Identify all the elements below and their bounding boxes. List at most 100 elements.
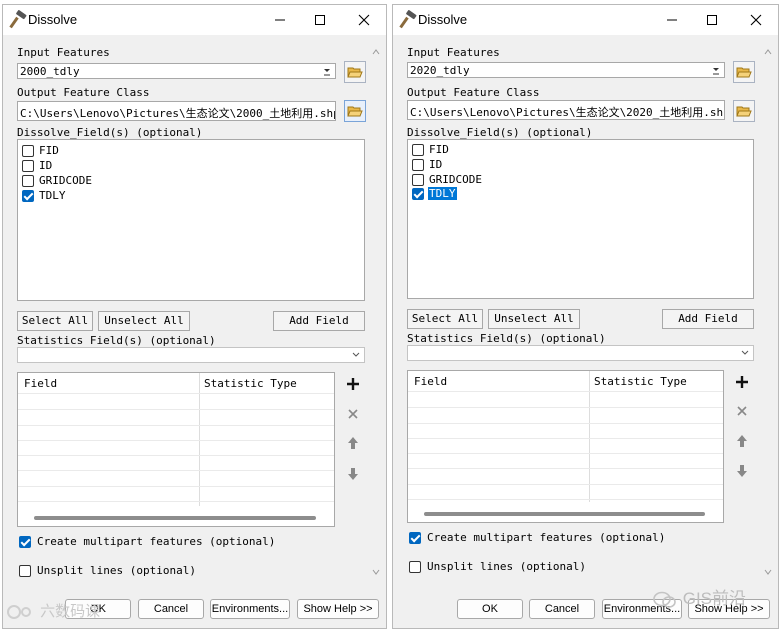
input-features-combo[interactable]: 2020_tdly <box>407 62 725 78</box>
arrow-down-icon[interactable] <box>344 465 362 483</box>
browse-input-button[interactable] <box>344 61 366 83</box>
arrow-down-icon[interactable] <box>733 462 751 480</box>
grid-row-line <box>408 499 723 500</box>
watermark-left: 六数码课 <box>6 600 100 621</box>
unselect-all-button[interactable]: Unselect All <box>98 311 190 331</box>
output-class-value: C:\Users\Lenovo\Pictures\生态论文\2000_土地利用.… <box>20 107 336 120</box>
dissolve-fields-label: Dissolve_Field(s) (optional) <box>407 126 593 139</box>
select-all-button[interactable]: Select All <box>17 311 93 331</box>
statistics-fields-combo[interactable] <box>17 347 365 363</box>
ok-button[interactable]: OK <box>457 599 523 619</box>
plus-icon[interactable] <box>344 375 362 393</box>
chevron-down-icon[interactable] <box>739 346 751 360</box>
statistics-grid[interactable]: Field Statistic Type <box>407 370 724 523</box>
statistics-grid[interactable]: Field Statistic Type <box>17 372 335 527</box>
dissolve-dialog-right: Dissolve Input Features 2020_tdly Output… <box>392 4 779 629</box>
minimize-icon[interactable] <box>270 11 290 29</box>
add-field-button[interactable]: Add Field <box>273 311 365 331</box>
grid-row-line <box>18 409 334 410</box>
field-label: TDLY <box>39 189 66 202</box>
open-folder-icon <box>736 67 752 78</box>
multipart-checkbox[interactable] <box>19 536 31 548</box>
input-features-value: 2000_tdly <box>20 65 80 78</box>
watermark-left-text: 六数码课 <box>40 603 101 620</box>
show-help-button[interactable]: Show Help >> <box>297 599 379 619</box>
output-class-input[interactable]: C:\Users\Lenovo\Pictures\生态论文\2000_土地利用.… <box>17 101 336 121</box>
scroll-down-icon[interactable] <box>764 567 772 577</box>
window-title: Dissolve <box>418 12 468 27</box>
field-checkbox[interactable] <box>22 160 34 172</box>
grid-row-line <box>408 407 723 408</box>
title-bar[interactable]: Dissolve <box>393 5 778 35</box>
delete-x-icon[interactable] <box>344 405 362 423</box>
plus-icon[interactable] <box>733 373 751 391</box>
horizontal-scrollbar[interactable] <box>34 516 316 520</box>
maximize-icon[interactable] <box>310 11 330 29</box>
browse-output-button[interactable] <box>733 100 755 122</box>
output-class-value: C:\Users\Lenovo\Pictures\生态论文\2020_土地利用.… <box>410 106 725 119</box>
statistics-fields-combo[interactable] <box>407 345 754 361</box>
dissolve-dialog-left: Dissolve Input Features 2000_tdly Output… <box>2 4 387 629</box>
field-checkbox[interactable] <box>412 174 424 186</box>
grid-header-field: Field <box>24 377 58 390</box>
grid-row-line <box>18 486 334 487</box>
grid-row-line <box>18 425 334 426</box>
browse-output-button[interactable] <box>344 100 366 122</box>
cancel-button[interactable]: Cancel <box>138 599 204 619</box>
close-icon[interactable] <box>746 11 766 29</box>
hammer-icon <box>399 10 417 29</box>
field-checkbox[interactable] <box>22 190 34 202</box>
arrow-up-icon[interactable] <box>733 432 751 450</box>
scroll-up-icon[interactable] <box>764 47 772 57</box>
field-checkbox[interactable] <box>412 159 424 171</box>
dissolve-fields-list[interactable]: FID ID GRIDCODE TDLY <box>407 139 754 299</box>
unsplit-label: Unsplit lines (optional) <box>427 560 586 573</box>
horizontal-scrollbar[interactable] <box>424 512 705 516</box>
wechat-icon <box>653 591 676 608</box>
output-class-input[interactable]: C:\Users\Lenovo\Pictures\生态论文\2020_土地利用.… <box>407 100 725 120</box>
chevron-down-icon[interactable] <box>321 64 333 78</box>
browse-input-button[interactable] <box>733 61 755 83</box>
grid-row-line <box>408 484 723 485</box>
delete-x-icon[interactable] <box>733 402 751 420</box>
environments-button[interactable]: Environments... <box>210 599 290 619</box>
field-checkbox[interactable] <box>412 144 424 156</box>
multipart-checkbox[interactable] <box>409 532 421 544</box>
maximize-icon[interactable] <box>702 11 722 29</box>
unsplit-checkbox[interactable] <box>19 565 31 577</box>
grid-header-statistic-type: Statistic Type <box>594 375 687 388</box>
title-bar[interactable]: Dissolve <box>3 5 386 35</box>
field-checkbox[interactable] <box>22 145 34 157</box>
arrow-up-icon[interactable] <box>344 434 362 452</box>
input-features-combo[interactable]: 2000_tdly <box>17 63 336 79</box>
field-checkbox[interactable] <box>412 188 424 200</box>
field-label: ID <box>39 159 53 172</box>
open-folder-icon <box>347 106 363 117</box>
grid-row-line <box>408 423 723 424</box>
watermark-right: GIS前沿 <box>652 584 746 610</box>
statistics-fields-label: Statistics Field(s) (optional) <box>407 332 606 345</box>
select-all-button[interactable]: Select All <box>407 309 483 329</box>
unselect-all-button[interactable]: Unselect All <box>488 309 580 329</box>
grid-row-line <box>18 455 334 456</box>
watermark-logo-icon <box>7 605 31 620</box>
add-field-button[interactable]: Add Field <box>662 309 754 329</box>
scroll-down-icon[interactable] <box>372 567 380 577</box>
cancel-button[interactable]: Cancel <box>529 599 595 619</box>
input-features-label: Input Features <box>407 46 500 59</box>
multipart-label: Create multipart features (optional) <box>37 535 276 548</box>
grid-row-line <box>408 453 723 454</box>
field-checkbox[interactable] <box>22 175 34 187</box>
unsplit-checkbox[interactable] <box>409 561 421 573</box>
dissolve-fields-list[interactable]: FID ID GRIDCODE TDLY <box>17 139 365 301</box>
window-title: Dissolve <box>28 12 78 27</box>
scroll-up-icon[interactable] <box>372 47 380 57</box>
field-label: ID <box>429 158 443 171</box>
chevron-down-icon[interactable] <box>350 348 362 362</box>
open-folder-icon <box>736 106 752 117</box>
field-label: FID <box>39 144 59 157</box>
close-icon[interactable] <box>354 11 374 29</box>
minimize-icon[interactable] <box>662 11 682 29</box>
grid-row-line <box>18 501 334 502</box>
chevron-down-icon[interactable] <box>710 63 722 77</box>
